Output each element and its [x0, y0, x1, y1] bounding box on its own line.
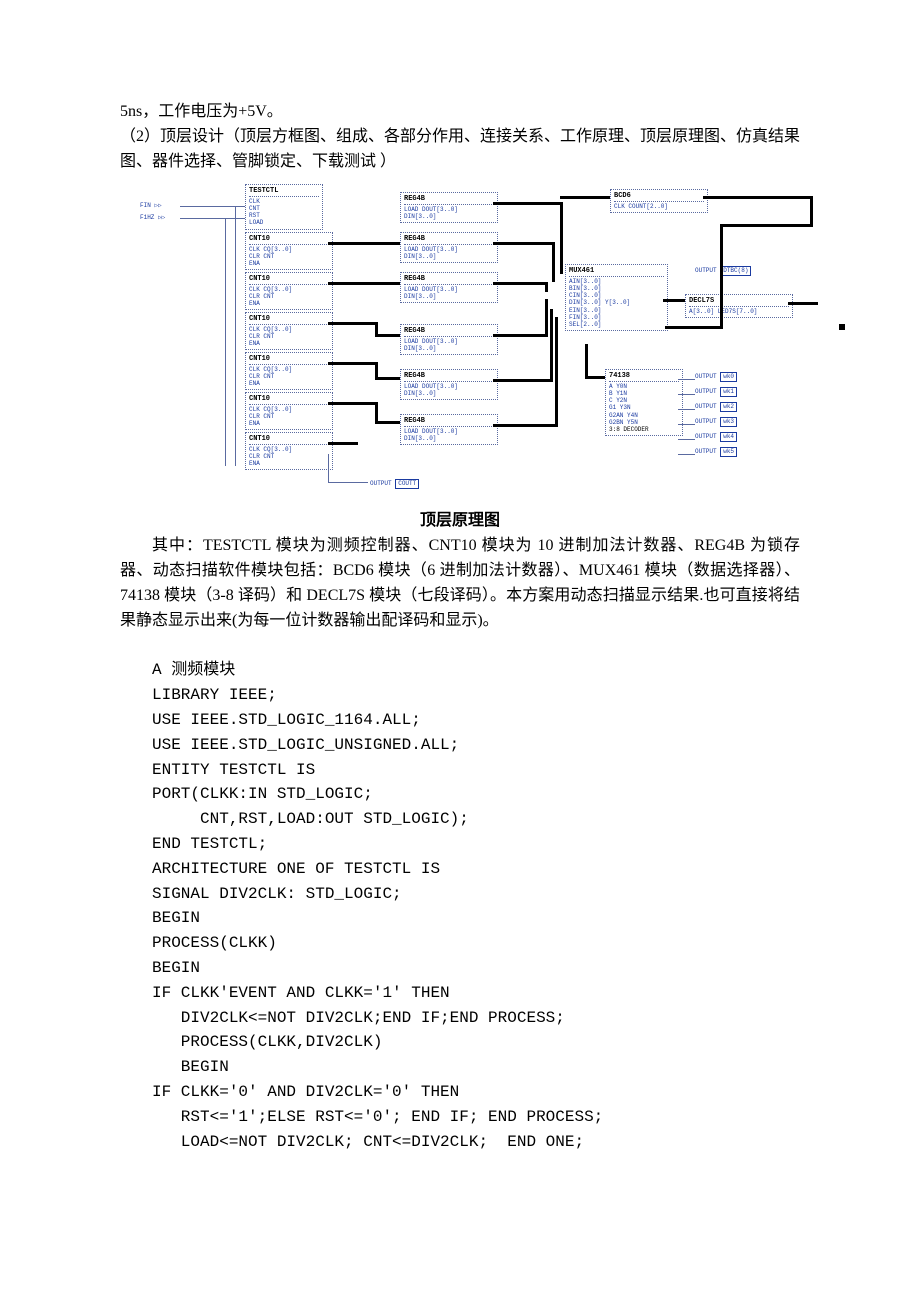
block-74138: 74138 A Y0N B Y1N C Y2N G1 Y3N G2AN Y4N …: [605, 369, 683, 436]
block-cnt10-4: CNT10 CLK CQ[3..0] CLR CNT ENA: [245, 352, 333, 390]
diagram-title: 顶层原理图: [120, 506, 800, 530]
output-wk3: OUTPUT wk3: [695, 417, 737, 426]
code-line: LOAD<=NOT DIV2CLK; CNT<=DIV2CLK; END ONE…: [152, 1133, 584, 1151]
code-line: LIBRARY IEEE;: [152, 686, 277, 704]
code-block: A 测频模块 LIBRARY IEEE; USE IEEE.STD_LOGIC_…: [152, 634, 800, 1180]
block-reg4b-5: REG4B LOAD DOUT[3..0] DIN[3..0]: [400, 369, 498, 400]
code-line: ARCHITECTURE ONE OF TESTCTL IS: [152, 860, 440, 878]
block-reg4b-2: REG4B LOAD DOUT[3..0] DIN[3..0]: [400, 232, 498, 263]
code-heading: A 测频模块: [152, 661, 235, 679]
code-line: DIV2CLK<=NOT DIV2CLK;END IF;END PROCESS;: [152, 1009, 565, 1027]
input-f1hz: F1HZ ▷▷: [140, 214, 165, 221]
block-cnt10-5: CNT10 CLK CQ[3..0] CLR CNT ENA: [245, 392, 333, 430]
code-line: BEGIN: [152, 959, 200, 977]
block-cnt10-2: CNT10 CLK CQ[3..0] CLR CNT ENA: [245, 272, 333, 310]
code-line: END TESTCTL;: [152, 835, 267, 853]
code-line: IF CLKK='0' AND DIV2CLK='0' THEN: [152, 1083, 459, 1101]
output-wk4: OUTPUT wk4: [695, 432, 737, 441]
top-level-diagram: FIN ▷▷ F1HZ ▷▷ TESTCTL CLK CNT RST LOAD …: [140, 184, 820, 494]
code-line: ENTITY TESTCTL IS: [152, 761, 315, 779]
header-line-2: （2）顶层设计（顶层方框图、组成、各部分作用、连接关系、工作原理、顶层原理图、仿…: [120, 125, 800, 175]
code-line: USE IEEE.STD_LOGIC_UNSIGNED.ALL;: [152, 736, 459, 754]
block-reg4b-6: REG4B LOAD DOUT[3..0] DIN[3..0]: [400, 414, 498, 445]
code-line: PROCESS(CLKK): [152, 934, 277, 952]
block-mux461: MUX461 AIN[3..0] BIN[3..0] CIN[3..0] DIN…: [565, 264, 668, 331]
code-line: SIGNAL DIV2CLK: STD_LOGIC;: [152, 885, 402, 903]
block-reg4b-3: REG4B LOAD DOUT[3..0] DIN[3..0]: [400, 272, 498, 303]
code-line: CNT,RST,LOAD:OUT STD_LOGIC);: [152, 810, 469, 828]
block-reg4b-1: REG4B LOAD DOUT[3..0] DIN[3..0]: [400, 192, 498, 223]
code-line: PROCESS(CLKK,DIV2CLK): [152, 1033, 382, 1051]
block-cnt10-1: CNT10 CLK CQ[3..0] CLR CNT ENA: [245, 232, 333, 270]
input-fin: FIN ▷▷: [140, 202, 162, 209]
code-line: PORT(CLKK:IN STD_LOGIC;: [152, 785, 373, 803]
output-dtbc: OUTPUT DTBC(8): [695, 266, 751, 275]
block-testctl: TESTCTL CLK CNT RST LOAD: [245, 184, 323, 229]
code-line: USE IEEE.STD_LOGIC_1164.ALL;: [152, 711, 421, 729]
page-dot: [839, 324, 845, 330]
block-decl7s: DECL7S A[3..0] LED7S[7..0]: [685, 294, 793, 318]
description-p1: 其中：TESTCTL 模块为测频控制器、CNT10 模块为 10 进制加法计数器…: [120, 534, 800, 633]
code-line: BEGIN: [152, 1058, 229, 1076]
output-coutt: OUTPUT COUTT: [370, 479, 419, 488]
block-reg4b-4: REG4B LOAD DOUT[3..0] DIN[3..0]: [400, 324, 498, 355]
block-bcd6: BCD6 CLK COUNT[2..0]: [610, 189, 708, 213]
output-wk5: OUTPUT wk5: [695, 447, 737, 456]
block-cnt10-3: CNT10 CLK CQ[3..0] CLR CNT ENA: [245, 312, 333, 350]
header-line-1: 5ns，工作电压为+5V。: [120, 100, 800, 125]
block-cnt10-6: CNT10 CLK CQ[3..0] CLR CNT ENA: [245, 432, 333, 470]
code-line: RST<='1';ELSE RST<='0'; END IF; END PROC…: [152, 1108, 603, 1126]
output-wk2: OUTPUT wk2: [695, 402, 737, 411]
output-wk1: OUTPUT wk1: [695, 387, 737, 396]
code-line: IF CLKK'EVENT AND CLKK='1' THEN: [152, 984, 450, 1002]
code-line: BEGIN: [152, 909, 200, 927]
output-wk0: OUTPUT wk0: [695, 372, 737, 381]
